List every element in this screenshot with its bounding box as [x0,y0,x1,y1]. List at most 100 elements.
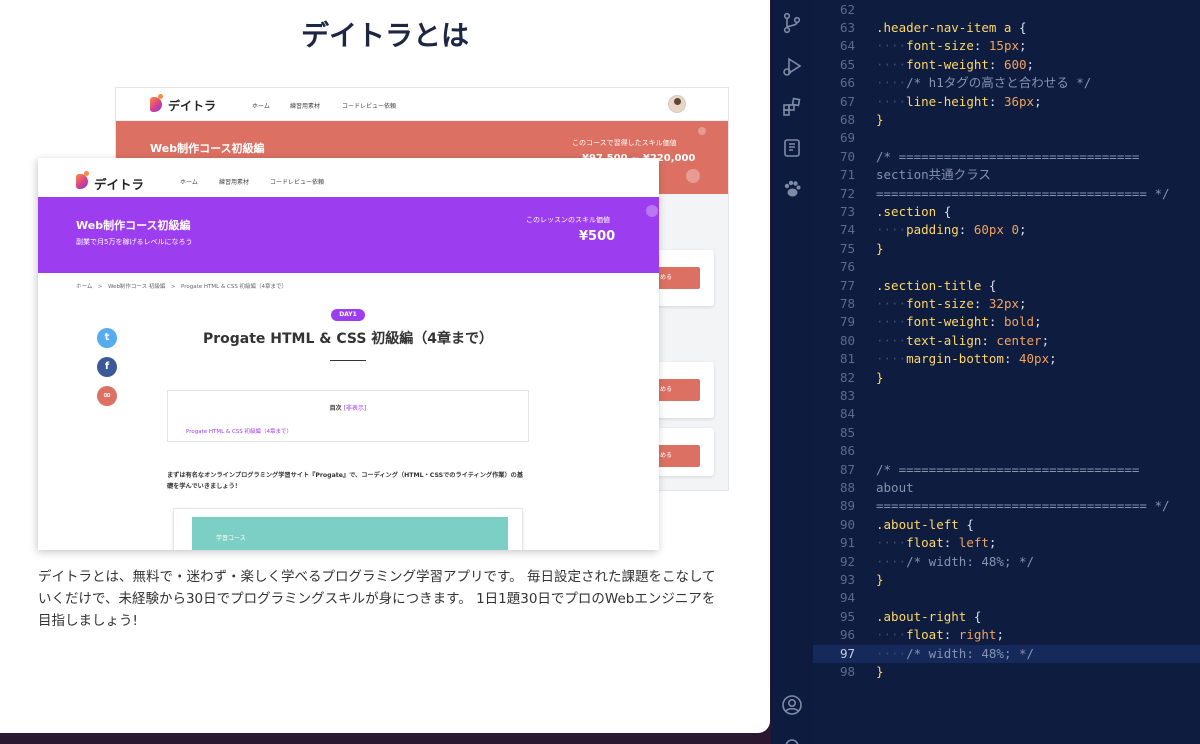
settings-icon[interactable] [781,735,803,744]
card-button[interactable]: める [656,267,700,289]
code-text[interactable]: ····font-size: 15px; [876,37,1027,55]
toc-toggle[interactable]: [非表示] [344,405,367,412]
code-line[interactable]: 83 [813,387,1200,405]
code-line[interactable]: 76 [813,258,1200,276]
nav-home[interactable]: ホーム [252,101,270,110]
nav-code-review[interactable]: コードレビュー依頼 [342,101,396,110]
code-text[interactable]: ==================================== */ [876,497,1170,515]
back-header: デイトラ ホーム 練習用素材 コードレビュー依頼 [116,88,728,121]
nav-home[interactable]: ホーム [180,177,198,186]
code-text[interactable]: ····font-weight: 600; [876,56,1034,74]
code-text[interactable]: ····margin-bottom: 40px; [876,350,1057,368]
code-text[interactable]: .header-nav-item a { [876,19,1027,37]
code-line[interactable]: 90 .about-left { [813,516,1200,534]
code-line[interactable]: 91 ····float: left; [813,534,1200,552]
code-line[interactable]: 89 ==================================== *… [813,497,1200,515]
toc-link[interactable]: Progate HTML & CSS 初級編（4章まで） [186,427,292,435]
code-text[interactable]: } [876,111,884,129]
code-line[interactable]: 98} [813,663,1200,681]
course-image-teal: 学習コース [192,517,508,550]
code-text[interactable]: } [876,571,884,589]
course-card[interactable]: める [656,428,714,476]
code-line[interactable]: 64 ····font-size: 15px; [813,37,1200,55]
code-line[interactable]: 88 about [813,479,1200,497]
code-line[interactable]: 87 /* ================================ [813,461,1200,479]
code-line[interactable]: 68} [813,111,1200,129]
card-button[interactable]: める [656,379,700,401]
facebook-share-icon[interactable]: f [97,357,117,377]
code-line[interactable]: 62 [813,1,1200,19]
code-line[interactable]: 86 [813,442,1200,460]
code-line[interactable]: 78 ····font-size: 32px; [813,295,1200,313]
code-line[interactable]: 94 [813,589,1200,607]
code-text[interactable]: ····font-size: 32px; [876,295,1027,313]
code-text[interactable]: ····/* h1タグの高さと合わせる */ [876,74,1091,92]
nav-materials[interactable]: 練習用素材 [219,177,249,186]
card-button[interactable]: める [656,445,700,467]
code-line[interactable]: 63 .header-nav-item a { [813,19,1200,37]
paw-icon[interactable] [781,178,803,200]
code-line[interactable]: 81 ····margin-bottom: 40px; [813,350,1200,368]
code-line[interactable]: 69 [813,129,1200,147]
code-line[interactable]: 74 ····padding: 60px 0; [813,221,1200,239]
code-line[interactable]: 70 /* ================================ [813,148,1200,166]
code-text[interactable]: } [876,663,884,681]
notebook-icon[interactable] [781,137,803,159]
account-icon[interactable] [781,694,803,716]
code-text[interactable]: ····line-height: 36px; [876,93,1042,111]
code-editor[interactable]: 62 63 .header-nav-item a {64 ····font-size:… [813,0,1200,744]
logo-dot-icon [84,171,89,176]
code-line[interactable]: 95 .about-right { [813,608,1200,626]
code-text[interactable]: .section { [876,203,951,221]
course-label: 学習コース [216,535,246,542]
code-line[interactable]: 65 ····font-weight: 600; [813,56,1200,74]
course-card[interactable]: める [656,362,714,418]
code-text[interactable]: /* ================================ [876,148,1139,166]
code-text[interactable]: section共通クラス [876,166,991,184]
line-number: 71 [839,167,855,183]
run-debug-icon[interactable] [781,55,803,77]
code-text[interactable]: ····text-align: center; [876,332,1049,350]
code-text[interactable]: ····/* width: 48%; */ [876,645,1034,663]
code-line[interactable]: 73 .section { [813,203,1200,221]
code-line[interactable]: 82} [813,369,1200,387]
code-text[interactable]: ····padding: 60px 0; [876,221,1027,239]
code-line[interactable]: 85 [813,424,1200,442]
nav-code-review[interactable]: コードレビュー依頼 [270,177,324,186]
code-text[interactable]: } [876,240,884,258]
code-line[interactable]: 77 .section-title { [813,277,1200,295]
link-share-icon[interactable]: ∞ [97,386,117,406]
code-line[interactable]: 93} [813,571,1200,589]
code-text[interactable]: ····float: right; [876,626,1004,644]
code-line[interactable]: 80 ····text-align: center; [813,332,1200,350]
code-line[interactable]: 72 ==================================== *… [813,185,1200,203]
code-line[interactable]: 84 [813,405,1200,423]
twitter-share-icon[interactable]: t [97,328,117,348]
code-text[interactable]: ==================================== */ [876,185,1170,203]
code-line[interactable]: 96 ····float: right; [813,626,1200,644]
code-line[interactable]: 67 ····line-height: 36px; [813,93,1200,111]
avatar[interactable] [668,95,686,113]
extensions-icon[interactable] [781,96,803,118]
code-text[interactable]: /* ================================ [876,461,1139,479]
code-line[interactable]: 79 ····font-weight: bold; [813,313,1200,331]
code-text[interactable]: ····float: left; [876,534,996,552]
code-text[interactable]: .section-title { [876,277,996,295]
code-line[interactable]: 75} [813,240,1200,258]
code-text[interactable]: } [876,369,884,387]
code-text[interactable]: .about-right { [876,608,981,626]
code-text[interactable]: .about-left { [876,516,974,534]
code-line[interactable]: 97 ····/* width: 48%; */ [813,644,1200,663]
nav-materials[interactable]: 練習用素材 [290,101,320,110]
source-control-icon[interactable] [781,12,803,34]
code-line[interactable]: 92 ····/* width: 48%; */ [813,553,1200,571]
line-number: 98 [839,663,855,679]
code-line[interactable]: 71 section共通クラス [813,166,1200,184]
decor-circle [698,127,706,135]
code-line[interactable]: 66 ····/* h1タグの高さと合わせる */ [813,74,1200,92]
code-text[interactable]: ····font-weight: bold; [876,313,1042,331]
breadcrumb[interactable]: ホーム > Web制作コース 初級編 > Progate HTML & CSS … [76,282,287,290]
code-text[interactable]: about [876,479,914,497]
course-card[interactable]: める [656,250,714,306]
code-text[interactable]: ····/* width: 48%; */ [876,553,1034,571]
